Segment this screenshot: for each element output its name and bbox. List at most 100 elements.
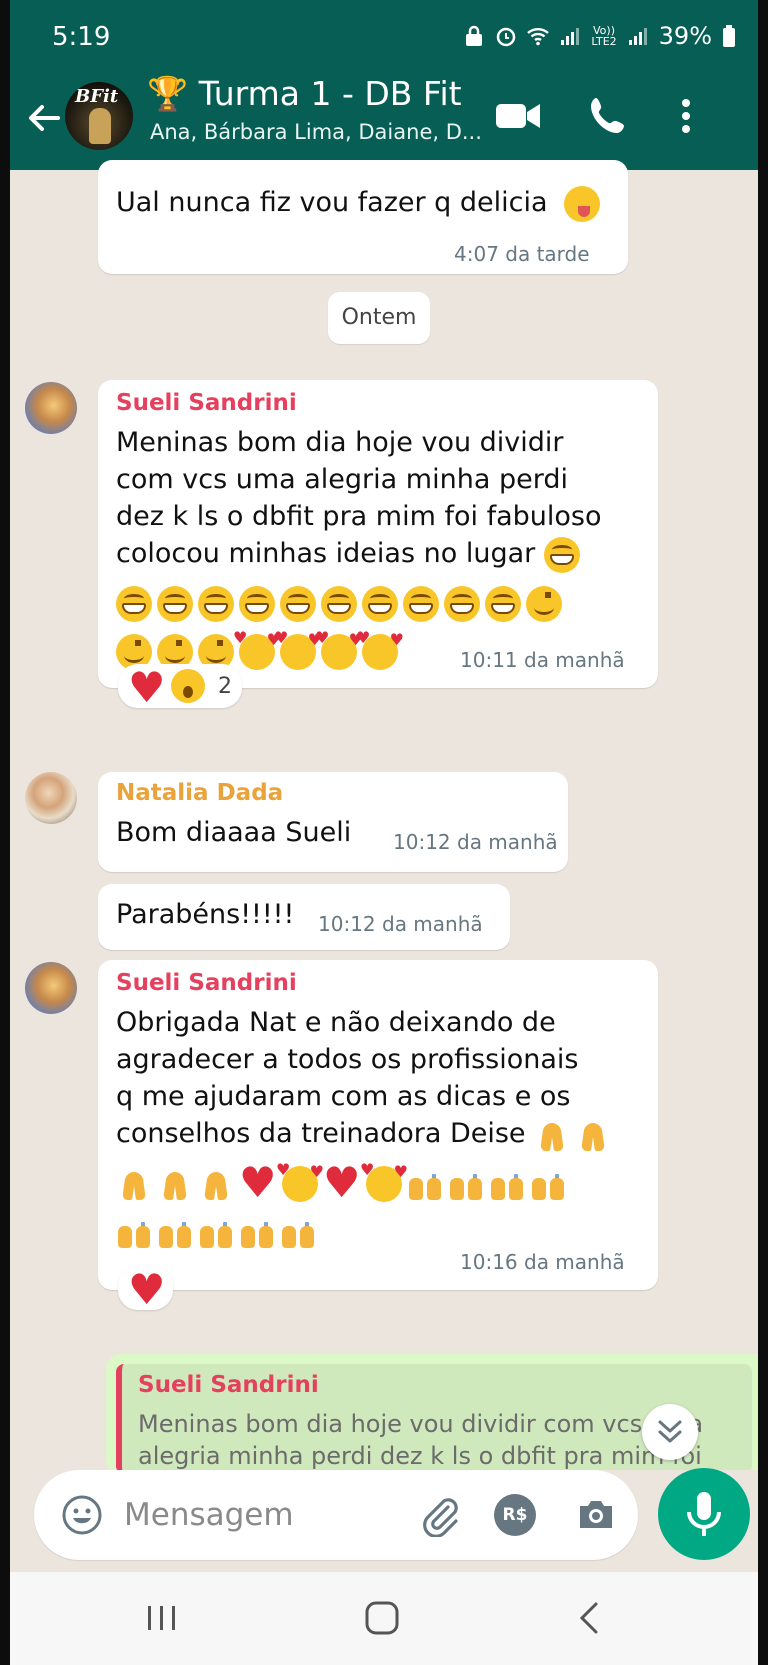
group-avatar[interactable]: BFit bbox=[65, 82, 133, 150]
lock-icon bbox=[466, 25, 483, 46]
payment-button[interactable]: R$ bbox=[494, 1494, 536, 1536]
message-bubble[interactable]: Sueli Sandrini Meninas bom dia hoje vou … bbox=[98, 380, 658, 688]
smiling-hearts-emoji-icon bbox=[315, 628, 363, 670]
grin-emoji-icon bbox=[239, 586, 275, 622]
smiling-hearts-emoji-icon bbox=[360, 1160, 408, 1202]
group-title[interactable]: 🏆 Turma 1 - DB Fit bbox=[147, 74, 462, 114]
grin-emoji-icon bbox=[280, 586, 316, 622]
group-avatar-figure bbox=[89, 108, 111, 144]
heart-reaction-icon bbox=[128, 1265, 166, 1315]
avatar-sueli[interactable] bbox=[25, 962, 77, 1014]
camera-icon[interactable] bbox=[574, 1493, 618, 1537]
reaction-badge[interactable] bbox=[118, 1265, 173, 1315]
raised-hands-emoji-icon bbox=[116, 1214, 152, 1250]
microphone-icon bbox=[687, 1492, 721, 1536]
heart-reaction-icon bbox=[128, 663, 166, 713]
currency-icon: R$ bbox=[502, 1505, 528, 1525]
group-participants[interactable]: Ana, Bárbara Lima, Daiane, D... bbox=[150, 120, 482, 144]
emoji-row bbox=[116, 1158, 571, 1208]
voice-call-icon[interactable] bbox=[584, 92, 632, 140]
reaction-badge[interactable]: 2 bbox=[118, 663, 242, 713]
message-composer: R$ bbox=[10, 1468, 758, 1580]
sender-name[interactable]: Sueli Sandrini bbox=[116, 970, 297, 996]
recent-apps-icon[interactable] bbox=[142, 1598, 182, 1638]
message-text: Meninas bom dia hoje vou dividir com vcs… bbox=[116, 424, 656, 573]
message-bubble[interactable]: Parabéns!!!!! 10:12 da manhã bbox=[98, 884, 510, 950]
message-time: 10:11 da manhã bbox=[460, 648, 625, 672]
raised-hands-emoji-icon bbox=[280, 1214, 316, 1250]
home-icon[interactable] bbox=[362, 1598, 402, 1638]
smiling-hearts-emoji-icon bbox=[274, 628, 322, 670]
signal-icon-2 bbox=[628, 28, 647, 45]
message-text: Bom diaaaa Sueli bbox=[116, 817, 352, 848]
status-icons: Vo)) LTE2 39% bbox=[463, 22, 736, 50]
smiling-hearts-emoji-icon bbox=[276, 1160, 324, 1202]
message-input[interactable] bbox=[122, 1488, 386, 1542]
video-call-icon[interactable] bbox=[494, 92, 542, 140]
scroll-to-bottom-button[interactable] bbox=[642, 1404, 698, 1460]
grin-emoji-icon bbox=[198, 586, 234, 622]
heart-emoji-icon bbox=[239, 1158, 277, 1208]
signal-icon bbox=[561, 28, 580, 45]
smile-emoji-icon bbox=[526, 586, 562, 622]
raised-hands-emoji-icon bbox=[530, 1166, 566, 1202]
grin-emoji-icon bbox=[444, 586, 480, 622]
battery-percent: 39% bbox=[658, 22, 712, 50]
group-avatar-logo: BFit bbox=[75, 86, 119, 107]
message-text: Ual nunca fiz vou fazer q delicia bbox=[116, 184, 605, 222]
app-frame: 5:19 Vo)) LTE2 39% BFit 🏆 Turma 1 - DB Fi… bbox=[10, 0, 758, 1665]
wifi-icon bbox=[527, 28, 550, 46]
pray-emoji-icon bbox=[116, 1166, 152, 1202]
grin-emoji-icon bbox=[403, 586, 439, 622]
heart-emoji-icon bbox=[323, 1158, 361, 1208]
attach-paperclip-icon[interactable] bbox=[418, 1493, 462, 1537]
tongue-emoji-icon bbox=[564, 185, 601, 222]
sender-name[interactable]: Sueli Sandrini bbox=[116, 390, 297, 416]
raised-hands-emoji-icon bbox=[157, 1214, 193, 1250]
pray-emoji-icon bbox=[198, 1166, 234, 1202]
sender-name[interactable]: Natalia Dada bbox=[116, 780, 283, 806]
status-time: 5:19 bbox=[52, 22, 111, 52]
avatar-natalia[interactable] bbox=[25, 772, 77, 824]
raised-hands-emoji-icon bbox=[198, 1214, 234, 1250]
avatar-sueli[interactable] bbox=[25, 382, 77, 434]
grin-emoji-icon bbox=[157, 586, 193, 622]
message-time: 10:12 da manhã bbox=[318, 912, 483, 936]
double-chevron-down-icon bbox=[658, 1420, 682, 1443]
message-time: 10:16 da manhã bbox=[460, 1250, 625, 1274]
grin-emoji-icon bbox=[543, 536, 580, 573]
emoji-picker-icon[interactable] bbox=[60, 1493, 104, 1537]
emoji-row bbox=[116, 1214, 321, 1250]
grin-emoji-icon bbox=[362, 586, 398, 622]
system-nav-bar bbox=[10, 1572, 758, 1665]
raised-hands-emoji-icon bbox=[239, 1214, 275, 1250]
message-input-container[interactable]: R$ bbox=[34, 1470, 638, 1560]
message-bubble[interactable]: Ual nunca fiz vou fazer q delicia 4:07 d… bbox=[98, 160, 628, 274]
back-arrow-icon[interactable] bbox=[24, 98, 64, 138]
battery-icon bbox=[723, 25, 735, 47]
raised-hands-emoji-icon bbox=[407, 1166, 443, 1202]
emoji-row bbox=[116, 586, 567, 622]
pray-emoji-icon bbox=[534, 1117, 570, 1153]
message-time: 10:12 da manhã bbox=[393, 830, 558, 854]
grin-emoji-icon bbox=[116, 586, 152, 622]
message-bubble[interactable]: Sueli Sandrini Obrigada Nat e não deixan… bbox=[98, 960, 658, 1290]
voice-message-button[interactable] bbox=[658, 1468, 750, 1560]
chat-header: BFit 🏆 Turma 1 - DB Fit Ana, Bárbara Lim… bbox=[10, 74, 758, 170]
wow-reaction-icon bbox=[171, 669, 205, 703]
message-bubble[interactable]: Natalia Dada Bom diaaaa Sueli 10:12 da m… bbox=[98, 772, 568, 872]
chat-area: Ual nunca fiz vou fazer q delicia 4:07 d… bbox=[10, 160, 758, 1474]
grin-emoji-icon bbox=[485, 586, 521, 622]
raised-hands-emoji-icon bbox=[448, 1166, 484, 1202]
raised-hands-emoji-icon bbox=[489, 1166, 525, 1202]
quoted-text: Meninas bom dia hoje vou dividir com vcs… bbox=[138, 1410, 704, 1470]
pray-emoji-icon bbox=[575, 1117, 611, 1153]
status-bar: 5:19 Vo)) LTE2 39% bbox=[10, 0, 758, 80]
quoted-sender: Sueli Sandrini bbox=[138, 1372, 319, 1398]
message-text: Parabéns!!!!! bbox=[116, 899, 295, 930]
reaction-count: 2 bbox=[218, 673, 232, 699]
system-back-icon[interactable] bbox=[570, 1598, 610, 1638]
smiling-hearts-emoji-icon bbox=[356, 628, 404, 670]
more-options-icon[interactable] bbox=[662, 92, 710, 140]
volte-indicator: Vo)) LTE2 bbox=[591, 24, 617, 48]
